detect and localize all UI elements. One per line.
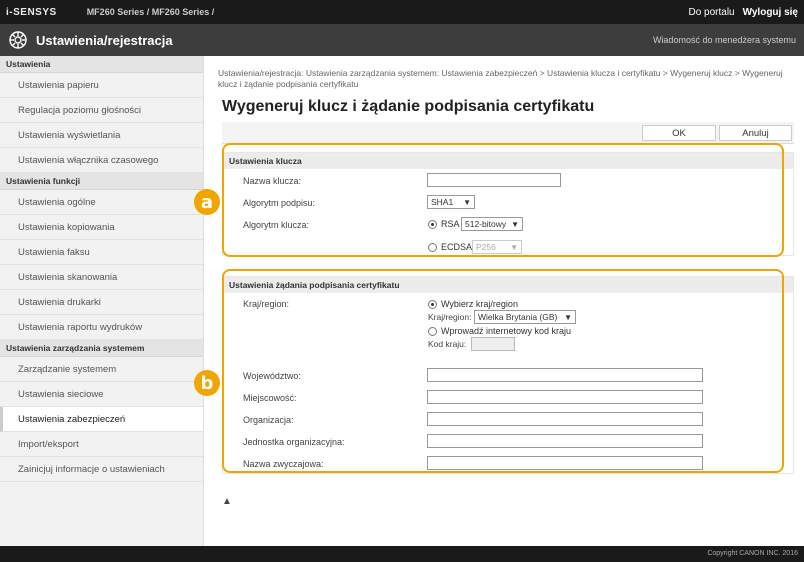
sidebar-heading-system: Ustawienia zarządzania systemem xyxy=(0,340,203,357)
top-bar: i-SENSYS MF260 Series / MF260 Series / D… xyxy=(0,0,804,24)
cancel-button[interactable]: Anuluj xyxy=(719,125,792,141)
sidebar-item-paper[interactable]: Ustawienia papieru xyxy=(0,73,203,98)
sidebar-item-volume[interactable]: Regulacja poziomu głośności xyxy=(0,98,203,123)
top-links: Do portalu Wyloguj się xyxy=(688,7,798,18)
portal-link[interactable]: Do portalu xyxy=(688,7,734,18)
sidebar-item-display[interactable]: Ustawienia wyświetlania xyxy=(0,123,203,148)
brand-logo: i-SENSYS xyxy=(6,6,57,18)
page-title: Wygeneruj klucz i żądanie podpisania cer… xyxy=(222,98,595,115)
back-to-top-link[interactable]: ▲ xyxy=(222,496,232,507)
sidebar: Ustawienia Ustawienia papieru Regulacja … xyxy=(0,56,204,546)
sidebar-item-import-export[interactable]: Import/eksport xyxy=(0,432,203,457)
device-model: MF260 Series / MF260 Series / xyxy=(86,7,215,17)
logout-link[interactable]: Wyloguj się xyxy=(743,7,798,18)
sidebar-item-initialize[interactable]: Zainicjuj informacje o ustawieniach xyxy=(0,457,203,482)
message-to-admin-link[interactable]: Wiadomość do menedżera systemu xyxy=(653,35,796,45)
sidebar-item-scan[interactable]: Ustawienia skanowania xyxy=(0,265,203,290)
footer: Copyright CANON INC. 2016 xyxy=(0,546,804,562)
title-bar: Ustawienia/rejestracja Wiadomość do mene… xyxy=(0,24,804,56)
sidebar-heading-settings: Ustawienia xyxy=(0,56,203,73)
sidebar-item-network[interactable]: Ustawienia sieciowe xyxy=(0,382,203,407)
sidebar-item-printer[interactable]: Ustawienia drukarki xyxy=(0,290,203,315)
action-toolbar: OK Anuluj xyxy=(222,122,794,144)
sidebar-item-copy[interactable]: Ustawienia kopiowania xyxy=(0,215,203,240)
sidebar-item-report[interactable]: Ustawienia raportu wydruków xyxy=(0,315,203,340)
ok-button[interactable]: OK xyxy=(642,125,716,141)
sidebar-item-timer[interactable]: Ustawienia włącznika czasowego xyxy=(0,148,203,173)
page-header-title: Ustawienia/rejestracja xyxy=(36,32,173,48)
callout-a-frame xyxy=(222,143,784,257)
gear-icon xyxy=(9,31,27,49)
sidebar-item-system-management[interactable]: Zarządzanie systemem xyxy=(0,357,203,382)
callout-a-marker: a xyxy=(194,189,220,215)
callout-b-marker: b xyxy=(194,370,220,396)
sidebar-item-general[interactable]: Ustawienia ogólne xyxy=(0,190,203,215)
sidebar-heading-functions: Ustawienia funkcji xyxy=(0,173,203,190)
breadcrumb: Ustawienia/rejestracja: Ustawienia zarzą… xyxy=(218,68,783,89)
sidebar-item-fax[interactable]: Ustawienia faksu xyxy=(0,240,203,265)
callout-b-frame xyxy=(222,269,784,473)
sidebar-item-security[interactable]: Ustawienia zabezpieczeń xyxy=(0,407,203,432)
